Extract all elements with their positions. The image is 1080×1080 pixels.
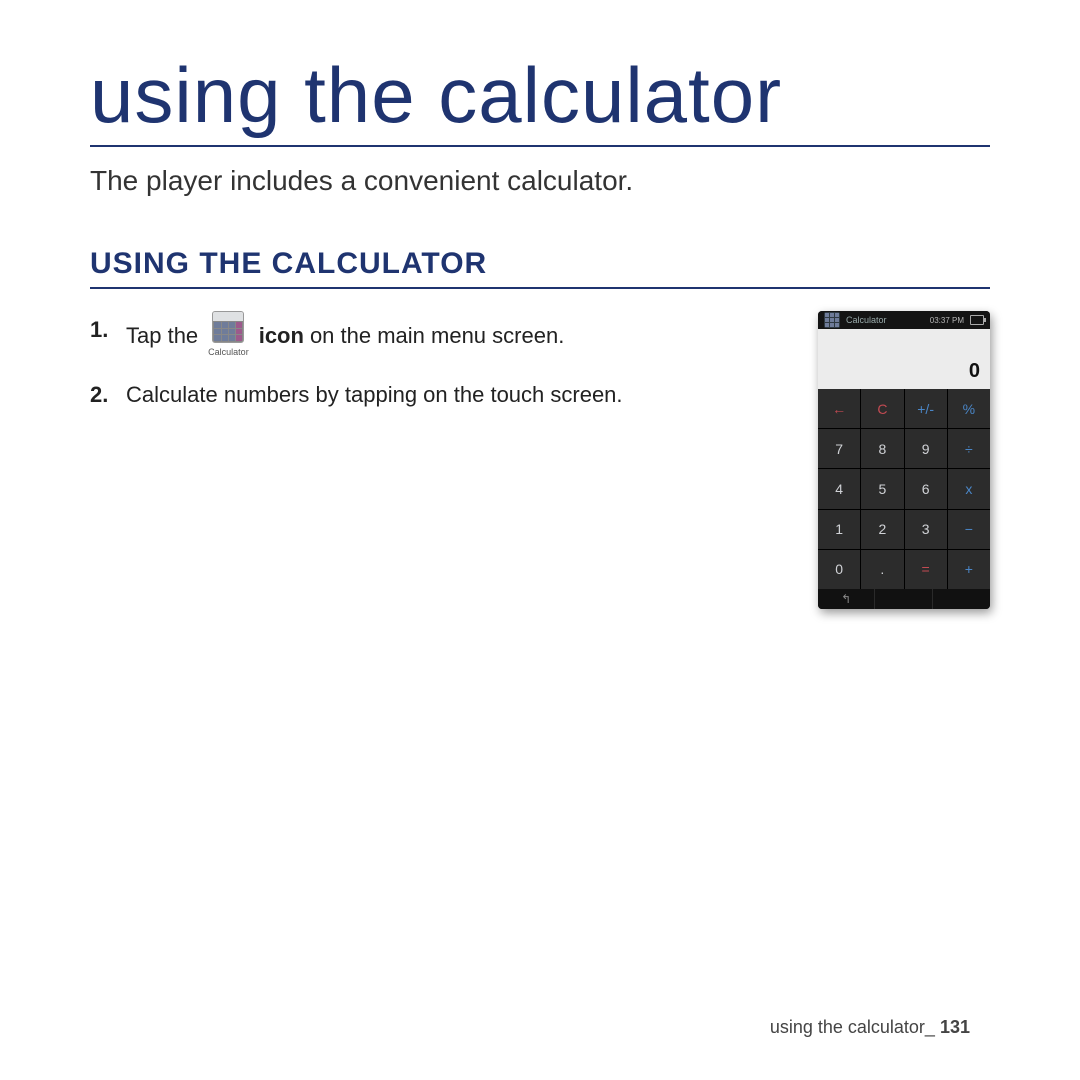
key-clear[interactable]: C	[861, 389, 903, 428]
step-2: 2. Calculate numbers by tapping on the t…	[90, 376, 788, 413]
calculator-status-icon	[824, 312, 840, 328]
calculator-phone: Calculator 03:37 PM 0 ← C +/- % 7 8 9 ÷ …	[818, 311, 990, 609]
softkey-middle[interactable]	[875, 589, 932, 609]
step-text: Calculate numbers by tapping on the touc…	[126, 376, 623, 413]
calculator-icon: Calculator	[208, 311, 249, 360]
step-text: Tap the	[126, 317, 198, 354]
page-title: using the calculator	[90, 50, 990, 147]
key-divide[interactable]: ÷	[948, 429, 990, 468]
key-1[interactable]: 1	[818, 510, 860, 549]
key-plus[interactable]: +	[948, 550, 990, 589]
key-9[interactable]: 9	[905, 429, 947, 468]
key-3[interactable]: 3	[905, 510, 947, 549]
key-multiply[interactable]: x	[948, 469, 990, 508]
key-2[interactable]: 2	[861, 510, 903, 549]
key-percent[interactable]: %	[948, 389, 990, 428]
status-title: Calculator	[846, 315, 887, 325]
status-time: 03:37 PM	[930, 316, 964, 325]
step-text: on the main menu screen.	[310, 317, 564, 354]
page-subtitle: The player includes a convenient calcula…	[90, 165, 990, 197]
key-6[interactable]: 6	[905, 469, 947, 508]
key-5[interactable]: 5	[861, 469, 903, 508]
key-equals[interactable]: =	[905, 550, 947, 589]
steps-list: 1. Tap the Calculator icon on the main m…	[90, 311, 788, 430]
calc-display-value: 0	[969, 360, 980, 383]
key-7[interactable]: 7	[818, 429, 860, 468]
status-bar: Calculator 03:37 PM	[818, 311, 990, 329]
key-0[interactable]: 0	[818, 550, 860, 589]
calc-display: 0	[818, 329, 990, 389]
page-footer: using the calculator_ 131	[770, 1017, 970, 1038]
softkey-back[interactable]: ↰	[818, 589, 875, 609]
calc-keypad: ← C +/- % 7 8 9 ÷ 4 5 6 x 1 2 3 − 0 . = …	[818, 389, 990, 589]
battery-icon	[970, 315, 984, 325]
key-4[interactable]: 4	[818, 469, 860, 508]
soft-key-bar: ↰	[818, 589, 990, 609]
step-number: 1.	[90, 311, 112, 348]
footer-label: using the calculator_	[770, 1017, 935, 1037]
key-minus[interactable]: −	[948, 510, 990, 549]
footer-page-number: 131	[940, 1017, 970, 1037]
section-heading: USING THE CALCULATOR	[90, 247, 990, 289]
step-1: 1. Tap the Calculator icon on the main m…	[90, 311, 788, 360]
step-number: 2.	[90, 376, 112, 413]
softkey-right[interactable]	[933, 589, 990, 609]
key-8[interactable]: 8	[861, 429, 903, 468]
calculator-icon-label: Calculator	[208, 345, 249, 360]
key-sign[interactable]: +/-	[905, 389, 947, 428]
key-backspace[interactable]: ←	[818, 389, 860, 428]
step-text-bold: icon	[259, 317, 304, 354]
key-dot[interactable]: .	[861, 550, 903, 589]
